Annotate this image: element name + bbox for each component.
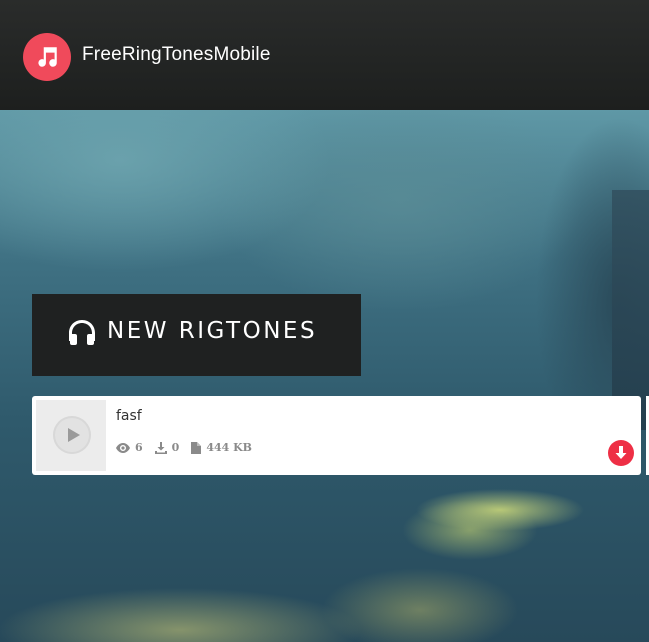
section-title: NEW RIGTONES: [107, 318, 318, 344]
logo[interactable]: [23, 33, 71, 81]
ringtone-title[interactable]: fasf: [116, 408, 142, 424]
eye-icon: [116, 442, 130, 453]
headphones-icon: [69, 320, 95, 345]
views-count: 6: [135, 441, 143, 454]
arrow-down-icon: [615, 446, 627, 459]
ringtone-meta: 6 0 444 KB: [116, 441, 264, 454]
site-header: FreeRingTonesMobile: [0, 0, 649, 110]
file-size: 444 KB: [206, 441, 252, 454]
play-button[interactable]: [53, 416, 91, 454]
download-icon: [154, 441, 167, 454]
ringtone-card[interactable]: fasf 6 0 444 KB: [32, 396, 641, 475]
downloads-stat: 0: [154, 441, 180, 454]
background-building: [612, 190, 649, 430]
file-icon: [191, 441, 202, 454]
views-stat: 6: [116, 441, 143, 454]
ringtone-thumbnail: [36, 400, 106, 471]
music-note-icon: [38, 47, 57, 67]
download-button[interactable]: [608, 440, 634, 466]
play-icon: [68, 428, 80, 442]
site-title[interactable]: FreeRingTonesMobile: [82, 44, 271, 66]
downloads-count: 0: [171, 441, 180, 454]
size-stat: 444 KB: [191, 441, 252, 454]
